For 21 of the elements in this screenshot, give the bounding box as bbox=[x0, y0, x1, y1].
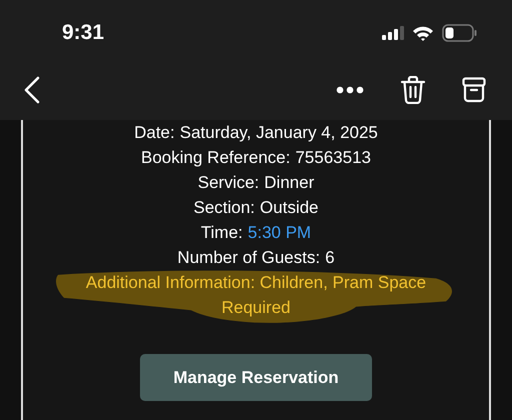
detail-label: Time: bbox=[200, 222, 243, 244]
detail-label: Service: bbox=[198, 172, 260, 194]
detail-value: Outside bbox=[260, 197, 319, 219]
status-time: 9:31 bbox=[62, 21, 104, 45]
wifi-icon bbox=[412, 25, 434, 41]
trash-icon[interactable] bbox=[400, 76, 426, 104]
detail-value: Saturday, January 4, 2025 bbox=[180, 122, 378, 144]
detail-label: Section: bbox=[193, 197, 255, 219]
detail-value: 75563513 bbox=[295, 147, 371, 169]
battery-icon bbox=[442, 24, 478, 42]
back-icon[interactable] bbox=[24, 76, 40, 104]
signal-icon bbox=[382, 26, 404, 40]
manage-reservation-button[interactable]: Manage Reservation bbox=[140, 354, 372, 401]
detail-value: Dinner bbox=[264, 172, 314, 194]
more-icon[interactable] bbox=[336, 86, 364, 94]
detail-label: Date: bbox=[134, 122, 175, 144]
archive-icon[interactable] bbox=[462, 77, 486, 103]
detail-value: 6 bbox=[325, 247, 335, 269]
detail-label: Number of Guests: bbox=[177, 247, 320, 269]
time-link[interactable]: 5:30 PM bbox=[248, 220, 312, 245]
detail-label: Booking Reference: bbox=[141, 147, 290, 169]
